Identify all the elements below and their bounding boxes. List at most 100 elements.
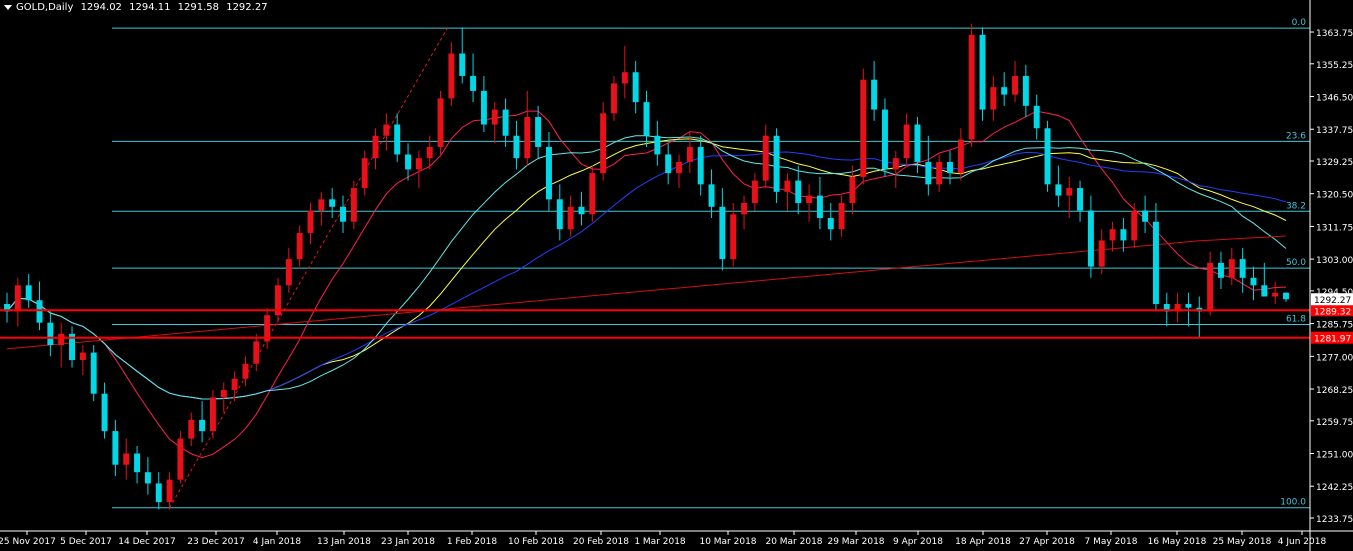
candle-body — [90, 352, 97, 394]
time-tick-label: 25 May 2018 — [1213, 537, 1272, 547]
candle-body — [123, 453, 130, 465]
moving-average-line — [6, 151, 1287, 400]
time-tick-label: 16 May 2018 — [1148, 537, 1207, 547]
candle-body — [881, 109, 888, 170]
candle-body — [600, 113, 607, 174]
candle-body — [58, 333, 65, 346]
candle-body — [860, 79, 867, 177]
candle-body — [676, 161, 682, 174]
candle-body — [838, 203, 845, 230]
candle-body — [394, 124, 401, 155]
candle-body — [480, 90, 487, 125]
price-tick-label: 1268.25 — [1316, 386, 1353, 396]
candle-body — [14, 285, 21, 312]
candle-body — [199, 419, 206, 432]
time-tick-label: 13 Jan 2018 — [317, 537, 371, 547]
candle-body — [611, 83, 617, 114]
price-tick-label: 1233.75 — [1316, 515, 1353, 525]
candle-body — [643, 102, 650, 136]
candle-body — [892, 158, 899, 170]
candle-body — [285, 259, 292, 286]
candle-body — [1272, 292, 1279, 297]
candle-body — [296, 232, 303, 260]
time-tick-label: 9 Apr 2018 — [893, 537, 943, 547]
candle-body — [470, 75, 477, 91]
candle-body — [806, 195, 813, 204]
candle-body — [741, 203, 748, 215]
open-value: 1294.02 — [80, 2, 122, 13]
candle-body — [502, 109, 509, 136]
candle-body — [762, 135, 769, 181]
price-tick-label: 1355.25 — [1316, 61, 1353, 71]
candle-body — [437, 98, 444, 147]
candle-body — [925, 161, 932, 185]
moving-average-line — [6, 235, 1287, 350]
time-tick-label: 1 Mar 2018 — [634, 537, 686, 547]
candle-body — [1152, 221, 1159, 304]
candle-body — [134, 453, 141, 473]
time-tick-label: 4 Jun 2018 — [1278, 537, 1327, 547]
price-tick-label: 1311.75 — [1316, 223, 1353, 233]
price-tick-label: 1251.00 — [1316, 451, 1353, 461]
candle-body — [177, 438, 184, 480]
candle-body — [849, 176, 856, 204]
chevron-down-icon[interactable] — [4, 4, 12, 10]
candle-body — [1250, 277, 1257, 286]
support-price-label: 1289.32 — [1314, 307, 1351, 317]
candle-body — [936, 161, 943, 185]
time-tick-label: 4 Jan 2018 — [253, 537, 301, 547]
time-tick-label: 5 Dec 2017 — [60, 537, 112, 547]
candle-body — [827, 218, 834, 230]
candle-body — [665, 154, 672, 174]
moving-average-line — [6, 135, 1287, 400]
candle-body — [1142, 210, 1149, 222]
candle-body — [1087, 210, 1094, 267]
candle-body — [773, 135, 780, 192]
time-tick-label: 20 Mar 2018 — [765, 537, 822, 547]
candle-body — [1044, 128, 1051, 185]
candle-body — [708, 184, 715, 207]
candle-body — [556, 199, 563, 230]
candle-body — [784, 180, 791, 192]
time-tick-label: 18 Apr 2018 — [955, 537, 1011, 547]
candle-body — [112, 431, 119, 465]
candle-body — [1185, 303, 1192, 308]
time-tick-label: 25 Nov 2017 — [0, 537, 56, 547]
candle-body — [545, 146, 552, 200]
support-price-label: 1281.97 — [1314, 335, 1351, 345]
fibo-level-label: 100.0 — [1280, 498, 1306, 508]
candle-body — [1261, 285, 1268, 297]
candle-body — [730, 214, 737, 260]
candles — [4, 23, 1289, 510]
candle-body — [426, 146, 433, 159]
candle-body — [589, 173, 596, 215]
time-tick-label: 27 Apr 2018 — [1019, 537, 1075, 547]
candle-body — [578, 206, 585, 215]
candle-body — [871, 79, 878, 110]
price-chart[interactable]: 0.023.638.250.061.8100.0 1289.321281.97 … — [0, 0, 1353, 551]
candle-body — [415, 158, 422, 170]
symbol-label: GOLD,Daily — [16, 2, 74, 13]
candle-body — [318, 199, 325, 211]
candle-body — [209, 397, 216, 432]
candle-body — [1283, 292, 1289, 300]
candle-body — [166, 479, 173, 503]
candle-body — [632, 72, 639, 103]
time-tick-label: 10 Feb 2018 — [508, 537, 564, 547]
candle-body — [654, 135, 661, 155]
candle-body — [535, 117, 542, 147]
candle-body — [101, 393, 108, 432]
time-tick-label: 14 Dec 2017 — [118, 537, 176, 547]
time-tick-label: 10 Mar 2018 — [699, 537, 756, 547]
candle-body — [621, 72, 628, 84]
price-tick-label: 1277.00 — [1316, 353, 1353, 363]
candle-body — [372, 135, 379, 159]
candle-body — [1066, 188, 1073, 196]
candle-body — [751, 180, 758, 204]
fibo-level-label: 23.6 — [1286, 131, 1306, 141]
price-tick-label: 1320.50 — [1316, 191, 1353, 201]
candle-body — [957, 139, 964, 174]
candle-body — [990, 87, 997, 110]
candle-body — [242, 363, 249, 379]
candle-body — [253, 341, 260, 364]
